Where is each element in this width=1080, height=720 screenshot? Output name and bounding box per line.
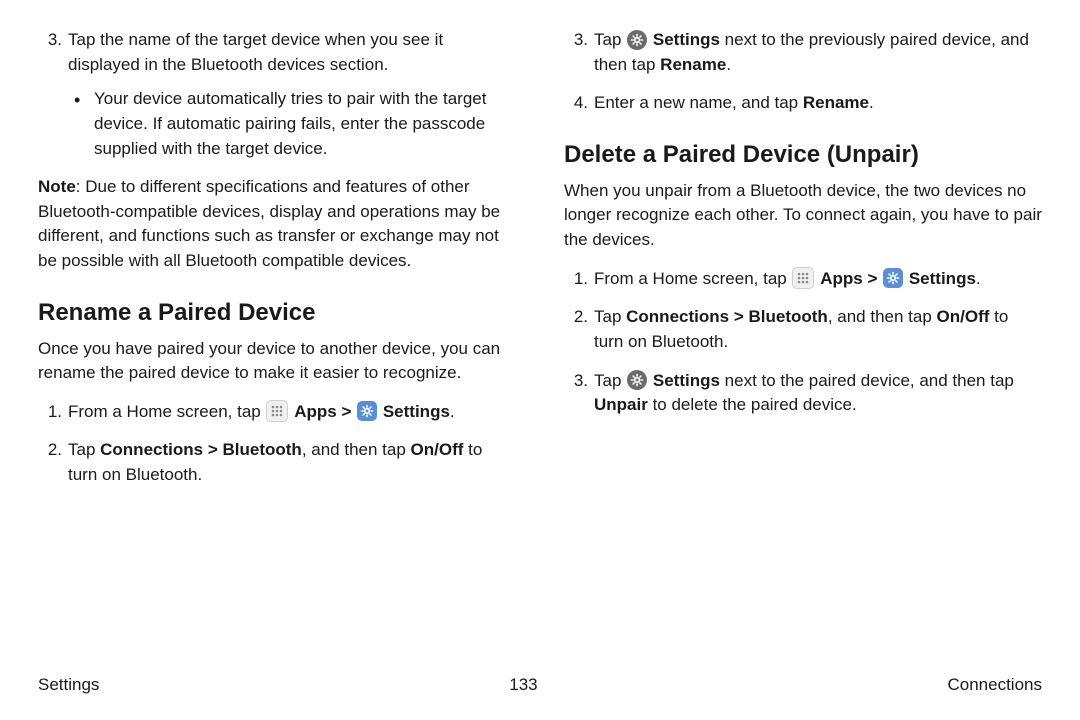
chevron-icon: > [734, 307, 744, 326]
text-pre: From a Home screen, tap [594, 269, 791, 288]
text-pre: Enter a new name, and tap [594, 93, 803, 112]
footer-page-number: 133 [509, 673, 537, 698]
chevron-icon: > [341, 402, 351, 421]
settings-label: Settings [383, 402, 450, 421]
step-text: Tap the name of the target device when y… [68, 30, 443, 74]
text-post: . [450, 402, 455, 421]
step-number: 1. [564, 267, 588, 292]
gear-icon [627, 30, 647, 50]
page-footer: Settings 133 Connections [38, 673, 1042, 698]
list-item: 1. From a Home screen, tap Apps > Settin… [38, 400, 516, 425]
step-text: From a Home screen, tap Apps > Settings. [68, 402, 455, 421]
bold-text: Unpair [594, 395, 648, 414]
sub-list: Your device automatically tries to pair … [68, 87, 516, 161]
bold-text: Rename [660, 55, 726, 74]
note-text: : Due to different specifications and fe… [38, 177, 500, 270]
list-item: 3. Tap Settings next to the paired devic… [564, 369, 1042, 418]
bold-text: Settings [653, 371, 720, 390]
text-post: to delete the paired device. [648, 395, 857, 414]
delete-steps: 1. From a Home screen, tap Apps > Settin… [564, 267, 1042, 418]
apps-label: Apps [820, 269, 863, 288]
rename-steps: 1. From a Home screen, tap Apps > Settin… [38, 400, 516, 488]
continued-list: 3. Tap the name of the target device whe… [38, 28, 516, 161]
list-item: 1. From a Home screen, tap Apps > Settin… [564, 267, 1042, 292]
note-paragraph: Note: Due to different specifications an… [38, 175, 516, 274]
page-columns: 3. Tap the name of the target device whe… [38, 28, 1042, 502]
left-column: 3. Tap the name of the target device whe… [38, 28, 516, 502]
list-item: 3. Tap Settings next to the previously p… [564, 28, 1042, 77]
text-pre: Tap [594, 371, 626, 390]
text-mid: , and then tap [828, 307, 937, 326]
step-number: 4. [564, 91, 588, 116]
step-text: Enter a new name, and tap Rename. [594, 93, 874, 112]
text-post: . [976, 269, 981, 288]
step-number: 3. [38, 28, 62, 53]
list-item: 2. Tap Connections > Bluetooth, and then… [564, 305, 1042, 354]
step-text: Tap Connections > Bluetooth, and then ta… [594, 307, 1008, 351]
step-text: Tap Settings next to the previously pair… [594, 30, 1029, 74]
step-number: 2. [38, 438, 62, 463]
list-item: 2. Tap Connections > Bluetooth, and then… [38, 438, 516, 487]
step-text: From a Home screen, tap Apps > Settings. [594, 269, 981, 288]
rename-steps-continued: 3. Tap Settings next to the previously p… [564, 28, 1042, 116]
bold-text: On/Off [411, 440, 464, 459]
apps-icon [792, 267, 814, 289]
bold-text: On/Off [937, 307, 990, 326]
bold-text: Connections [100, 440, 203, 459]
list-item: 3. Tap the name of the target device whe… [38, 28, 516, 161]
settings-label: Settings [909, 269, 976, 288]
settings-icon [357, 401, 377, 421]
chevron-icon: > [208, 440, 218, 459]
apps-label: Apps [294, 402, 337, 421]
step-text: Tap Connections > Bluetooth, and then ta… [68, 440, 482, 484]
note-label: Note [38, 177, 76, 196]
step-number: 3. [564, 369, 588, 394]
chevron-icon: > [867, 269, 877, 288]
text-mid: , and then tap [302, 440, 411, 459]
bold-text: Connections [626, 307, 729, 326]
rename-intro: Once you have paired your device to anot… [38, 337, 516, 386]
step-number: 2. [564, 305, 588, 330]
footer-right: Connections [947, 673, 1042, 698]
step-number: 3. [564, 28, 588, 53]
section-heading-delete: Delete a Paired Device (Unpair) [564, 138, 1042, 173]
right-column: 3. Tap Settings next to the previously p… [564, 28, 1042, 502]
sub-item: Your device automatically tries to pair … [68, 87, 516, 161]
step-number: 1. [38, 400, 62, 425]
text-post: . [869, 93, 874, 112]
text-pre: Tap [594, 30, 626, 49]
gear-icon [627, 370, 647, 390]
bold-text: Bluetooth [223, 440, 302, 459]
step-text: Tap Settings next to the paired device, … [594, 371, 1014, 415]
section-heading-rename: Rename a Paired Device [38, 296, 516, 331]
text-pre: From a Home screen, tap [68, 402, 265, 421]
text-post: . [726, 55, 731, 74]
bold-text: Rename [803, 93, 869, 112]
bold-text: Bluetooth [749, 307, 828, 326]
text-mid: next to the paired device, and then tap [720, 371, 1014, 390]
footer-left: Settings [38, 673, 99, 698]
list-item: 4. Enter a new name, and tap Rename. [564, 91, 1042, 116]
apps-icon [266, 400, 288, 422]
delete-intro: When you unpair from a Bluetooth device,… [564, 179, 1042, 253]
text-pre: Tap [68, 440, 100, 459]
bold-text: Settings [653, 30, 720, 49]
settings-icon [883, 268, 903, 288]
text-pre: Tap [594, 307, 626, 326]
